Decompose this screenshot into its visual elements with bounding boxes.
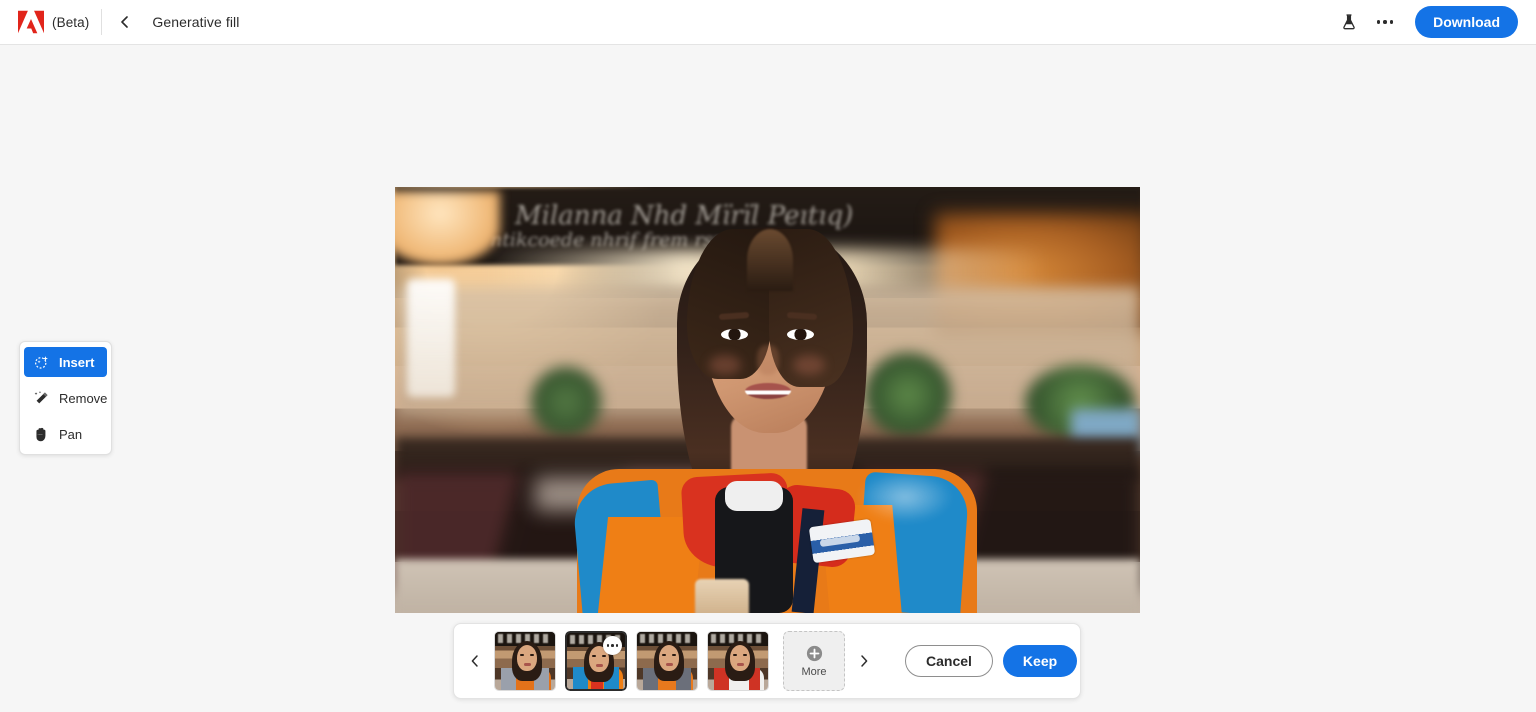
variation-thumb-3[interactable] xyxy=(636,631,698,691)
chevron-left-icon xyxy=(471,655,478,667)
plus-circle-icon xyxy=(806,645,822,662)
flask-icon xyxy=(1343,14,1355,30)
tool-remove[interactable]: Remove xyxy=(24,383,107,413)
variation-thumb-4-image xyxy=(708,632,768,690)
chevron-right-icon xyxy=(861,655,868,667)
variation-thumb-2[interactable] xyxy=(564,630,628,692)
subject-cheek-right xyxy=(793,355,825,375)
variation-thumb-1[interactable] xyxy=(494,631,556,691)
tool-pan[interactable]: Pan xyxy=(24,419,107,449)
beta-flask-button[interactable] xyxy=(1333,6,1365,38)
variation-thumb-3-image xyxy=(637,632,697,690)
variation-thumbnails xyxy=(494,630,769,692)
header-actions: Download xyxy=(1333,6,1536,38)
workspace: Insert Remove Pan Milanna Nhd Mïrïl Peıt… xyxy=(0,45,1536,712)
adobe-logo-icon xyxy=(18,10,44,34)
variation-thumb-1-image xyxy=(495,632,555,690)
subject-eye-right xyxy=(787,329,814,340)
back-button[interactable] xyxy=(110,7,140,37)
subject-mouth xyxy=(745,383,791,399)
chevron-left-icon xyxy=(121,16,129,28)
more-horizontal-icon xyxy=(1376,20,1394,24)
magic-wand-icon xyxy=(34,390,48,403)
document-title: Generative fill xyxy=(152,14,240,30)
subject-cheek-left xyxy=(709,355,741,375)
tool-insert-label: Insert xyxy=(59,354,95,370)
subject-nose xyxy=(757,345,779,375)
keep-button[interactable]: Keep xyxy=(1002,645,1078,677)
subject-hair-part xyxy=(747,229,793,291)
beta-label: (Beta) xyxy=(52,14,90,30)
photo-subject xyxy=(395,187,1140,613)
subject-held-cup xyxy=(695,579,749,613)
tool-insert[interactable]: Insert xyxy=(24,347,107,377)
variation-options-button[interactable] xyxy=(603,636,622,655)
prev-variation-button[interactable] xyxy=(464,641,486,681)
app-header: (Beta) Generative fill Download xyxy=(0,0,1536,45)
more-variations-label: More xyxy=(801,666,827,678)
image-canvas[interactable]: Milanna Nhd Mïrïl Peıtıq) ntikcoede nhri… xyxy=(395,187,1140,613)
download-button[interactable]: Download xyxy=(1415,6,1518,38)
toolbar-actions: Cancel Keep xyxy=(905,645,1078,677)
variations-toolbar: More Cancel Keep xyxy=(453,623,1081,699)
brand-area: (Beta) xyxy=(0,10,89,34)
cancel-button[interactable]: Cancel xyxy=(905,645,993,677)
jacket-highlight xyxy=(857,471,953,523)
hand-icon xyxy=(36,427,46,441)
tool-remove-label: Remove xyxy=(59,390,108,406)
subject-shirt xyxy=(725,481,783,511)
subject-eye-left xyxy=(721,329,748,340)
generative-fill-app: (Beta) Generative fill Download Insert R… xyxy=(0,0,1536,712)
variation-thumb-4[interactable] xyxy=(707,631,769,691)
header-more-button[interactable] xyxy=(1369,6,1401,38)
generated-photo: Milanna Nhd Mïrïl Peıtıq) ntikcoede nhri… xyxy=(395,187,1140,613)
tool-panel: Insert Remove Pan xyxy=(19,341,112,455)
header-divider xyxy=(101,9,103,35)
tool-pan-label: Pan xyxy=(59,426,83,442)
next-variation-button[interactable] xyxy=(853,641,875,681)
insert-sparkle-icon xyxy=(35,355,48,369)
more-variations-button[interactable]: More xyxy=(783,631,845,691)
